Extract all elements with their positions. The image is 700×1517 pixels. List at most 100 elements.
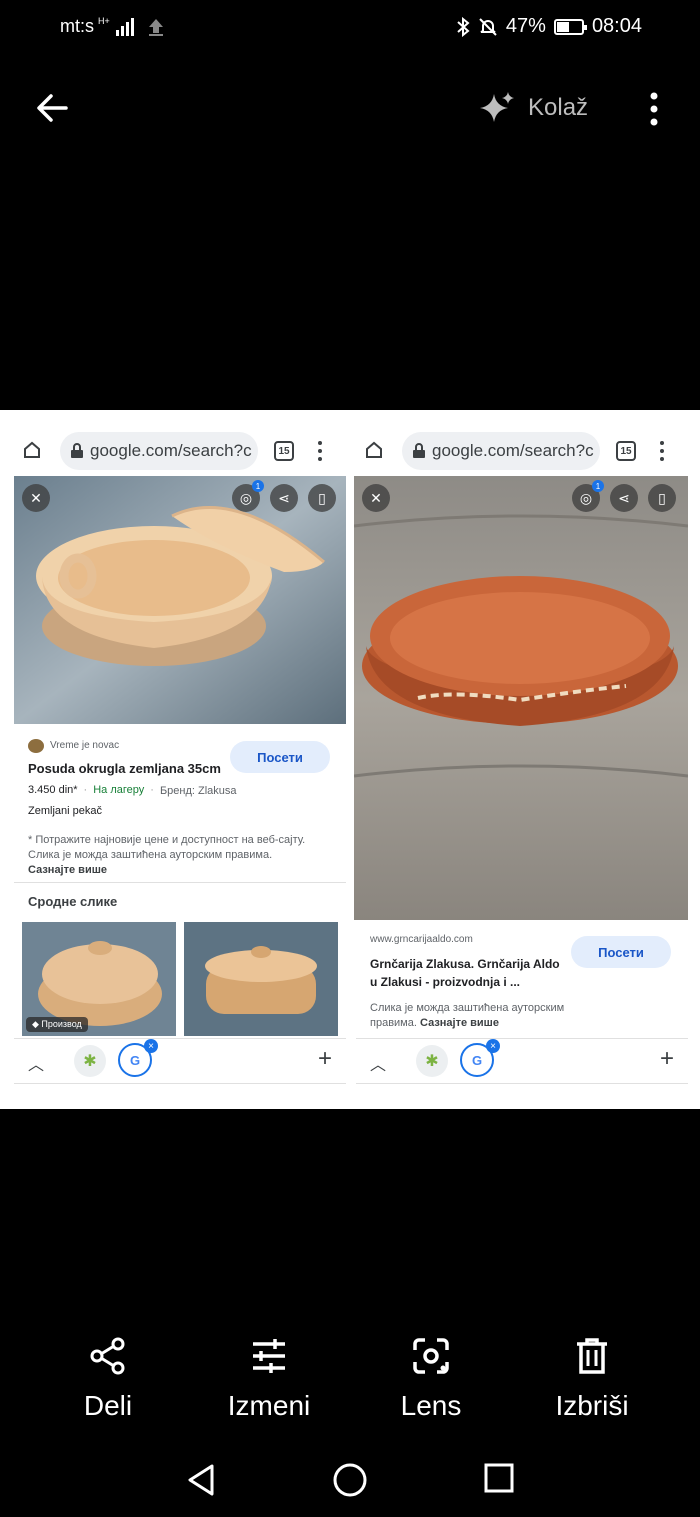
status-left: mt:s H+ [60,16,166,37]
product-tag-label: Производ [41,1019,82,1029]
related-title: Сродне слике [28,894,118,909]
tab-close-icon: × [486,1039,500,1053]
left-browser-panel: google.com/search?c 15 ✕ ◎ 1 ⋖ ▯ Vreme j… [6,410,352,1109]
tab-favicon: ✱ [416,1045,448,1077]
tab-close-icon: × [144,1039,158,1053]
disclaimer: * Потражите најновије цене и доступност … [28,833,310,878]
collage-button[interactable]: Kolaž [480,90,588,126]
lens-badge: 1 [252,480,264,492]
bookmark-icon: ▯ [648,484,676,512]
browser-url-bar: google.com/search?c 15 [348,432,694,472]
delete-label: Izbriši [555,1390,629,1421]
lens-icon [413,1338,449,1374]
url-field: google.com/search?c [402,432,600,470]
home-icon [366,441,382,458]
lens-label: Lens [400,1390,462,1421]
nav-back-button[interactable] [184,1462,218,1498]
more-options-button[interactable] [638,90,670,128]
visit-button: Посети [571,936,671,968]
more-vert-icon [650,92,658,126]
lens-button[interactable]: Lens [361,1336,501,1422]
mute-notification-icon [479,17,497,36]
url-text: google.com/search?c [90,441,252,460]
visit-button: Посети [230,741,330,773]
share-label: Deli [83,1390,133,1421]
oval-clay-dish-image [354,476,688,920]
source-url: www.grncarijaaldo.com [370,934,473,945]
network-type: H+ [98,16,110,26]
collage-label: Kolaž [528,94,589,121]
result-info: www.grncarijaaldo.com Grnčarija Zlakusa.… [370,932,570,1031]
browser-tab-strip: ︿ ✱ G × + [14,1038,346,1084]
photo-actions-bar: Deli Izmeni Lens Izbriši [0,1336,700,1436]
url-field: google.com/search?c [60,432,258,470]
close-icon: ✕ [22,484,50,512]
trash-icon [577,1338,607,1374]
stock-status: На лагеру [93,784,145,796]
tab-count-icon: 15 [616,441,636,461]
source-favicon [28,738,44,753]
clay-pot-image [14,476,346,724]
source-name: Vreme je novac [50,740,120,751]
share-button[interactable]: Deli [38,1336,178,1422]
browser-url-bar: google.com/search?c 15 [6,432,352,472]
status-right: 47% 08:04 [456,15,642,38]
chevron-up-icon: ︿ [370,1057,387,1074]
related-image-1: ◆ Производ [22,922,176,1036]
url-text: google.com/search?c [432,441,594,460]
chevron-up-icon: ︿ [28,1057,45,1074]
nav-home-button[interactable] [332,1462,368,1498]
browser-tab-strip: ︿ ✱ G × + [356,1038,688,1084]
learn-more-link: Сазнајте више [419,1017,499,1029]
plus-icon: + [659,1045,674,1072]
upload-icon [148,18,163,36]
carrier-label: mt:s [60,16,94,36]
edit-label: Izmeni [227,1390,311,1421]
learn-more-link: Сазнајте више [28,864,107,876]
related-image-2 [184,922,338,1036]
disclaimer-text: * Потражите најновије цене и доступност … [28,834,306,861]
back-button[interactable] [32,88,78,128]
sparkle-icon [480,92,514,122]
battery-icon [553,18,587,35]
battery-percent: 47% [505,15,546,37]
status-bar: mt:s H+ 47% 08:04 [0,0,700,54]
share-icon: ⋖ [270,484,298,512]
right-browser-panel: google.com/search?c 15 ✕ ◎ 1 ⋖ ▯ www.grn… [348,410,694,1109]
photo-view[interactable]: google.com/search?c 15 ✕ ◎ 1 ⋖ ▯ Vreme j… [0,410,700,1109]
disclaimer: Слика је можда заштићена ауторским прави… [370,1001,590,1031]
share-icon [90,1337,125,1375]
category: Zemljani pekač [28,805,102,817]
lock-icon [71,443,83,458]
close-icon: ✕ [362,484,390,512]
meta-row: 3.450 din* · На лагеру · Бренд: Zlakusa [28,784,237,797]
arrow-left-icon [37,94,68,122]
signal-icon [115,17,134,36]
home-icon [24,441,40,458]
tab-count-icon: 15 [274,441,294,461]
app-top-bar: Kolaž [0,70,700,146]
share-icon: ⋖ [610,484,638,512]
browser-menu-icon [318,441,322,461]
lens-badge: 1 [592,480,604,492]
pot-image-left: ✕ ◎ 1 ⋖ ▯ [14,476,346,724]
nav-recents-button[interactable] [483,1462,515,1494]
tag-icon: ◆ [32,1019,42,1029]
product-tag: ◆ Производ [26,1017,88,1032]
divider [14,882,346,883]
system-nav-bar [0,1450,700,1510]
edit-button[interactable]: Izmeni [199,1336,339,1422]
tab-favicon: ✱ [74,1045,106,1077]
pot-image-right: ✕ ◎ 1 ⋖ ▯ [354,476,688,920]
browser-menu-icon [660,441,664,461]
clock: 08:04 [591,15,642,37]
lock-icon [413,443,425,458]
plus-icon: + [317,1045,332,1072]
tune-icon [253,1339,285,1373]
bluetooth-icon [457,16,470,37]
brand: Бренд: Zlakusa [159,785,237,797]
result-title: Grnčarija Zlakusa. Grnčarija Aldo u Zlak… [370,957,560,989]
bookmark-icon: ▯ [308,484,336,512]
delete-button[interactable]: Izbriši [522,1336,662,1422]
price: 3.450 din* [28,784,78,796]
